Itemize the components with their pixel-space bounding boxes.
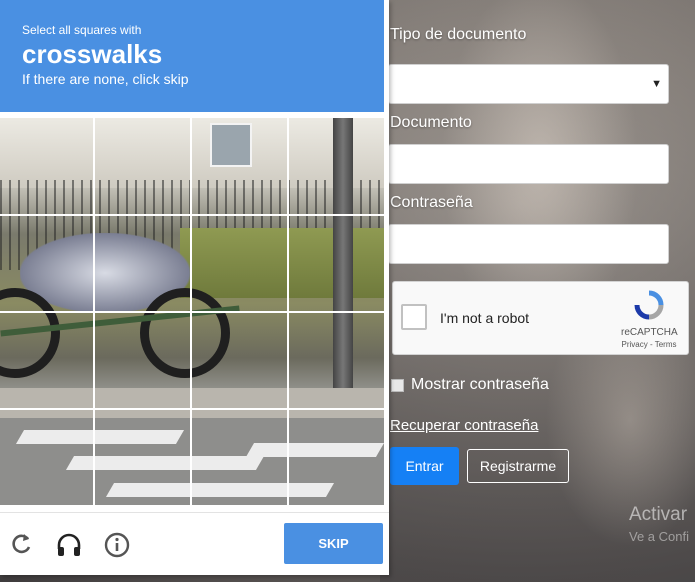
challenge-instruction: Select all squares with xyxy=(22,23,142,37)
challenge-target: crosswalks xyxy=(22,39,163,69)
enter-button[interactable]: Entrar xyxy=(390,447,459,485)
challenge-footer: SKIP xyxy=(0,512,389,576)
recaptcha-icon xyxy=(634,290,664,320)
password-label: Contraseña xyxy=(390,194,473,211)
recaptcha-links[interactable]: Privacy - Terms xyxy=(621,340,677,349)
recaptcha-label: I'm not a robot xyxy=(440,310,530,326)
doc-type-select[interactable]: ▼ xyxy=(388,64,669,104)
document-label: Documento xyxy=(390,114,472,131)
register-button[interactable]: Registrarme xyxy=(467,449,569,483)
recaptcha-logo: reCAPTCHA Privacy - Terms xyxy=(621,290,678,349)
captcha-challenge: Select all squares with crosswalks If th… xyxy=(0,0,389,575)
chevron-down-icon: ▼ xyxy=(651,78,662,90)
recover-password-link[interactable]: Recuperar contraseña xyxy=(390,417,538,434)
skip-button[interactable]: SKIP xyxy=(284,523,383,564)
document-input[interactable] xyxy=(388,144,669,184)
audio-icon[interactable] xyxy=(55,531,81,557)
show-password-checkbox[interactable] xyxy=(391,379,404,392)
recaptcha-checkbox[interactable] xyxy=(401,304,427,330)
password-input[interactable] xyxy=(388,224,669,264)
show-password-label: Mostrar contraseña xyxy=(411,376,549,393)
recaptcha-widget: I'm not a robot reCAPTCHA Privacy - Term… xyxy=(392,281,689,355)
challenge-hint: If there are none, click skip xyxy=(22,71,189,87)
activation-watermark-title: Activar xyxy=(629,504,688,525)
reload-icon[interactable] xyxy=(8,531,34,557)
info-icon[interactable] xyxy=(103,531,130,558)
challenge-header: Select all squares with crosswalks If th… xyxy=(0,0,384,112)
recaptcha-brand: reCAPTCHA xyxy=(621,327,678,338)
activation-watermark-subtitle: Ve a Confi xyxy=(629,529,689,544)
doc-type-label: Tipo de documento xyxy=(390,26,527,43)
